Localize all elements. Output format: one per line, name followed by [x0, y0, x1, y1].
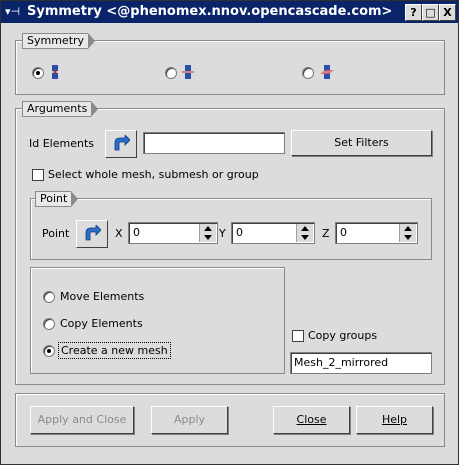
z-spin-arrows[interactable]: [399, 224, 416, 242]
new-mesh-name-input[interactable]: Mesh_2_mirrored: [290, 352, 432, 374]
point-symmetry-radio[interactable]: [32, 67, 44, 79]
copy-groups-label: Copy groups: [308, 329, 378, 342]
create-new-mesh-radio[interactable]: [43, 345, 55, 357]
apply-label: Apply: [173, 413, 206, 426]
select-arrow-icon: [85, 225, 101, 241]
symmetry-group-label: Symmetry: [22, 33, 96, 49]
arguments-group-label: Arguments: [22, 101, 99, 117]
z-label: Z: [322, 227, 330, 240]
copy-groups-checkbox[interactable]: [292, 330, 304, 342]
axis-symmetry-icon: [182, 65, 194, 79]
y-spin-arrows[interactable]: [296, 224, 313, 242]
copy-elements-radio[interactable]: [43, 318, 55, 330]
apply-and-close-label: Apply and Close: [37, 413, 127, 426]
window-menu-icon[interactable]: ▾⊣: [5, 5, 21, 19]
close-title-button[interactable]: X: [439, 4, 456, 21]
copy-elements-label: Copy Elements: [60, 317, 143, 330]
close-button[interactable]: Close: [273, 406, 350, 434]
plane-symmetry-radio[interactable]: [302, 67, 314, 79]
y-value: 0: [236, 226, 243, 239]
select-arrow-icon: [114, 135, 130, 151]
select-whole-checkbox[interactable]: [32, 169, 44, 181]
maximize-button[interactable]: □: [422, 4, 439, 21]
y-label: Y: [219, 227, 226, 240]
help-title-button[interactable]: ?: [405, 4, 422, 21]
window-title: Symmetry <@phenomex.nnov.opencascade.com…: [27, 4, 393, 19]
help-button[interactable]: Help: [356, 406, 433, 434]
help-label: Help: [381, 413, 408, 426]
select-point-button[interactable]: [76, 220, 108, 248]
y-spinbox[interactable]: 0: [231, 222, 315, 244]
select-whole-label: Select whole mesh, submesh or group: [48, 168, 259, 181]
z-spinbox[interactable]: 0: [335, 222, 418, 244]
select-elements-button[interactable]: [105, 130, 137, 158]
id-elements-label: Id Elements: [29, 137, 94, 150]
create-new-mesh-label: Create a new mesh: [58, 342, 171, 359]
new-mesh-name-value: Mesh_2_mirrored: [294, 356, 389, 369]
close-label: Close: [296, 413, 327, 426]
title-bar[interactable]: ▾⊣ Symmetry <@phenomex.nnov.opencascade.…: [1, 1, 458, 23]
point-group-label: Point: [35, 191, 79, 207]
point-symmetry-icon: [52, 65, 58, 79]
set-filters-label: Set Filters: [334, 136, 389, 149]
move-elements-radio[interactable]: [43, 291, 55, 303]
point-label: Point: [42, 227, 70, 240]
x-label: X: [115, 227, 123, 240]
id-elements-input[interactable]: [143, 132, 285, 154]
plane-symmetry-icon: [320, 65, 334, 79]
move-elements-label: Move Elements: [60, 290, 145, 303]
x-value: 0: [133, 226, 140, 239]
apply-and-close-button[interactable]: Apply and Close: [30, 406, 134, 434]
set-filters-button[interactable]: Set Filters: [291, 130, 432, 156]
z-value: 0: [340, 226, 347, 239]
x-spinbox[interactable]: 0: [128, 222, 218, 244]
symmetry-dialog: ▾⊣ Symmetry <@phenomex.nnov.opencascade.…: [0, 0, 459, 465]
apply-button[interactable]: Apply: [151, 406, 228, 434]
x-spin-arrows[interactable]: [199, 224, 216, 242]
axis-symmetry-radio[interactable]: [165, 67, 177, 79]
